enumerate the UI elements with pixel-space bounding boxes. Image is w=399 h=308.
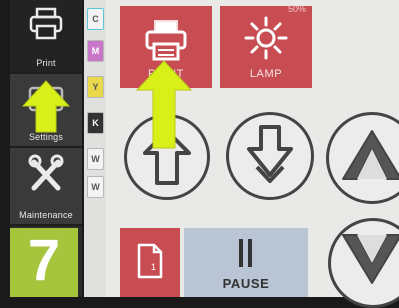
sidebar-item-print[interactable]: Print (10, 0, 82, 74)
pause-label: PAUSE (222, 276, 270, 291)
lamp-tile-label: LAMP (249, 68, 283, 80)
pointer-arrow-icon (21, 80, 71, 133)
printer-icon (145, 20, 187, 61)
document-icon (137, 243, 163, 279)
lamp-percent: 50% (287, 4, 306, 14)
sidebar-item-label: Print (36, 58, 56, 68)
eject-down-icon (342, 234, 399, 284)
ink-slot-y: Y (87, 76, 104, 98)
pause-icon (239, 239, 252, 267)
ink-slot-k: K (87, 112, 104, 134)
printer-icon (29, 7, 63, 40)
step-number-badge: 7 (10, 228, 78, 297)
home-up-icon (342, 130, 399, 180)
move-down-button[interactable] (226, 112, 314, 200)
arrow-down-icon (247, 125, 293, 183)
job-file-button[interactable]: 1 (120, 228, 180, 297)
ink-slot-c: C (87, 8, 104, 30)
ink-slot-w1: W (87, 148, 104, 170)
home-up-button[interactable] (326, 112, 399, 204)
eject-down-button[interactable] (328, 218, 399, 308)
ink-slot-m: M (87, 40, 104, 62)
lamp-icon (244, 16, 288, 60)
ink-slot-w2: W (87, 176, 104, 198)
ink-status-column: C M Y K W W (84, 0, 106, 297)
sidebar-item-maintenance[interactable]: Maintenance (10, 148, 82, 226)
lamp-tile-button[interactable]: 50% LAMP (220, 4, 312, 88)
sidebar-item-label: Maintenance (19, 210, 73, 220)
pause-button[interactable]: PAUSE (184, 228, 308, 297)
job-file-number: 1 (151, 262, 157, 272)
pointer-arrow-icon (135, 60, 193, 149)
tools-icon (28, 154, 64, 191)
